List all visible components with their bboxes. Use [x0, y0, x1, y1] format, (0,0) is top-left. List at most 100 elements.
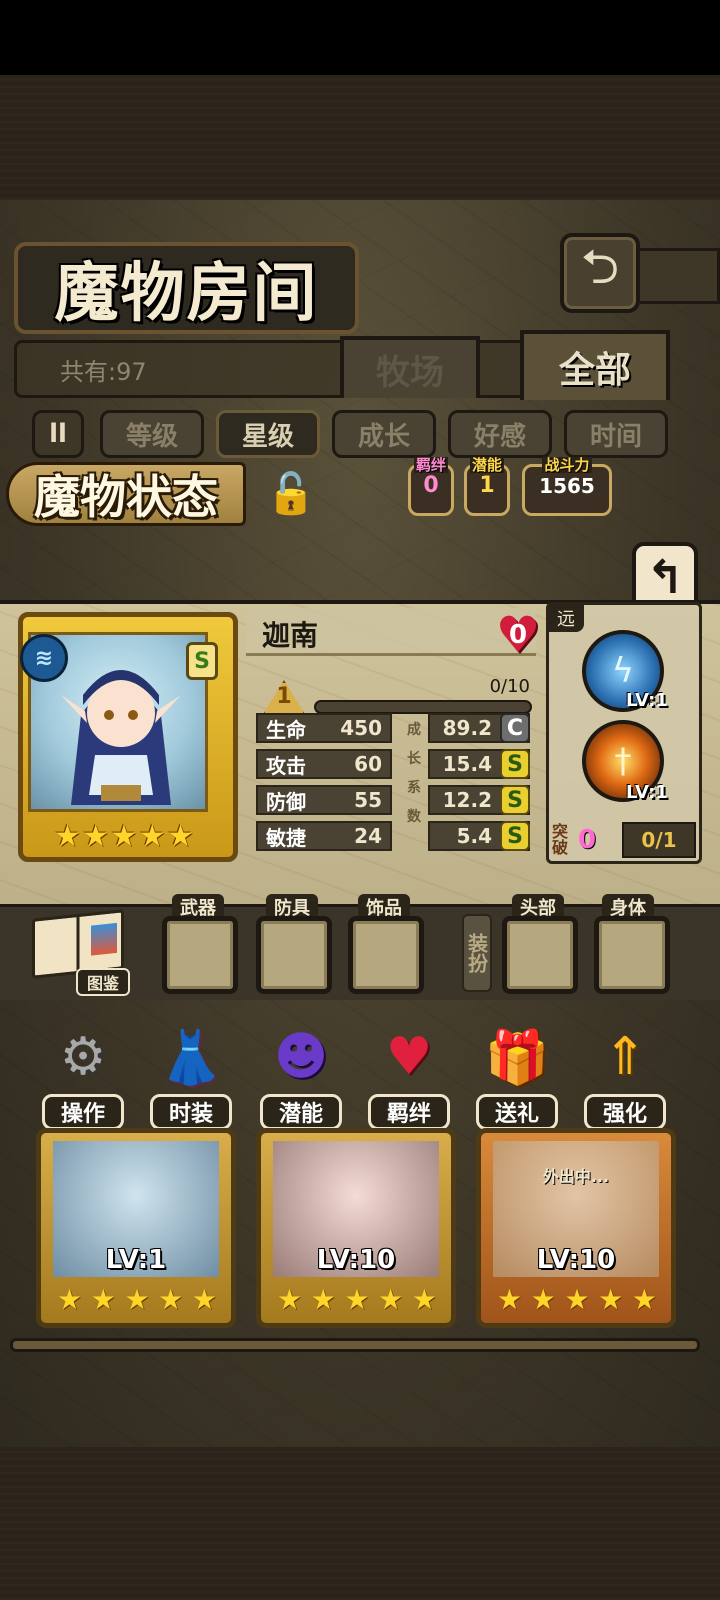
monster-name: 迦南 [262, 619, 319, 652]
combat-power-stat: 战斗力 1565 [522, 457, 612, 516]
operate-button[interactable]: ⚙ 操作 [40, 1022, 126, 1132]
demon-icon: ☻ [273, 1027, 329, 1087]
star-icon: ★ [82, 819, 110, 854]
up-arrows-icon: ⇑ [603, 1027, 647, 1087]
stat-value: 55 [354, 788, 382, 812]
bond-value: 0 [423, 473, 439, 498]
weapon-slot[interactable] [162, 916, 238, 994]
star-icon: ★ [54, 819, 81, 854]
action-label: 潜能 [260, 1094, 342, 1130]
star-icon: ★ [90, 1283, 116, 1316]
potential-label: 潜能 [469, 456, 504, 474]
enhance-button[interactable]: ⇑ 强化 [582, 1022, 668, 1132]
action-label: 强化 [584, 1094, 666, 1130]
star-icon: ★ [411, 1283, 437, 1316]
star-icon: ★ [124, 1283, 150, 1316]
armor-slot[interactable] [256, 916, 332, 994]
combat-power-label: 战斗力 [542, 456, 592, 474]
gift-icon: 🎁 [484, 1027, 550, 1088]
monster-stars: ★ ★ ★ ★ ★ [54, 820, 194, 854]
stat-name: 敏捷 [266, 825, 306, 850]
exp-text: 0/10 [489, 676, 530, 697]
star-icon: ★ [598, 1283, 624, 1316]
stat-value: 60 [354, 752, 382, 776]
skill-level: LV:1 [626, 782, 668, 803]
return-arrow-icon[interactable]: ⮌ [560, 233, 640, 313]
sort-time-button[interactable]: 时间 [564, 410, 668, 458]
action-label: 羁绊 [368, 1094, 450, 1130]
head-slot[interactable] [502, 916, 578, 994]
accessory-slot[interactable] [348, 916, 424, 994]
sort-growth-button[interactable]: 成长 [332, 410, 436, 458]
level-value: 1 [276, 684, 292, 709]
star-icon: ★ [530, 1283, 556, 1316]
monster-card[interactable]: 外出中... LV:10 ★ ★ ★ ★ ★ [476, 1128, 676, 1328]
stat-row-attack: 攻击 60 [256, 749, 392, 779]
book-label[interactable]: 图鉴 [76, 968, 130, 996]
gear-icon: ⚙ [59, 1027, 107, 1087]
stat-name: 生命 [266, 717, 306, 742]
stat-name: 防御 [266, 789, 306, 814]
stat-value: 24 [354, 824, 382, 848]
potential-value: 1 [479, 473, 495, 498]
growth-coefficient-label: 成 长 系 数 [404, 716, 424, 832]
star-icon: ★ [631, 1283, 657, 1316]
star-icon: ★ [110, 819, 138, 854]
fashion-button[interactable]: 👗 时装 [148, 1022, 234, 1132]
pause-sort-icon[interactable]: ll [32, 410, 84, 458]
gift-button[interactable]: 🎁 送礼 [474, 1022, 560, 1132]
grade-badge: S [500, 821, 530, 851]
breakout-progress[interactable]: 0/1 [622, 822, 696, 858]
status-title: 魔物状态 [6, 462, 246, 526]
star-icon: ★ [138, 819, 166, 854]
rank-badge: S [186, 642, 218, 680]
growth-label-char: 数 [407, 809, 421, 825]
action-label: 时装 [150, 1094, 232, 1130]
body-slot[interactable] [594, 916, 670, 994]
card-stars: ★ ★ ★ ★ ★ [497, 1283, 657, 1316]
list-bottom-frame [10, 1338, 700, 1352]
unlocked-padlock-icon[interactable]: 🔓 [262, 462, 320, 524]
breakout-value: 0 [578, 825, 597, 855]
tab-farm[interactable]: 牧场 [340, 336, 480, 398]
star-icon: ★ [167, 819, 194, 854]
star-icon: ★ [497, 1283, 523, 1316]
potential-button[interactable]: ☻ 潜能 [258, 1022, 344, 1132]
bond-stat: 羁绊 0 [408, 457, 454, 516]
grade-badge: S [500, 749, 530, 779]
action-label: 送礼 [476, 1094, 558, 1130]
star-icon: ★ [378, 1283, 404, 1316]
bond-button[interactable]: ♥ 羁绊 [366, 1022, 452, 1132]
hearts-icon: ♥ [385, 1027, 433, 1087]
growth-label-char: 系 [407, 780, 421, 796]
card-level: LV:10 [316, 1245, 396, 1275]
bond-label: 羁绊 [413, 456, 448, 474]
stat-name: 攻击 [266, 753, 306, 778]
star-icon: ★ [344, 1283, 370, 1316]
exp-bar [314, 700, 532, 714]
sort-level-button[interactable]: 等级 [100, 410, 204, 458]
monster-card[interactable]: LV:10 ★ ★ ★ ★ ★ [256, 1128, 456, 1328]
monster-card[interactable]: LV:1 ★ ★ ★ ★ ★ [36, 1128, 236, 1328]
card-stars: ★ ★ ★ ★ ★ [57, 1283, 217, 1316]
sort-star-button[interactable]: 星级 [216, 410, 320, 458]
card-stars: ★ ★ ★ ★ ★ [277, 1283, 437, 1316]
stat-row-defense: 防御 55 [256, 785, 392, 815]
skill-level: LV:1 [626, 690, 668, 711]
grade-badge: S [500, 785, 530, 815]
sort-affection-button[interactable]: 好感 [448, 410, 552, 458]
star-icon: ★ [277, 1283, 303, 1316]
card-status: 外出中... [542, 1167, 610, 1186]
stat-value: 450 [340, 716, 382, 740]
combat-power-value: 1565 [539, 474, 595, 498]
star-icon: ★ [191, 1283, 217, 1316]
growth-label-char: 成 [407, 722, 421, 738]
tab-all[interactable]: 全部 [520, 330, 670, 400]
dress-label: 装扮 [462, 914, 492, 992]
water-element-icon: ≋ [20, 634, 68, 682]
breakout-label: 突破 [552, 822, 569, 857]
potential-stat: 潜能 1 [464, 457, 510, 516]
room-title: 魔物房间 [14, 242, 359, 334]
card-level: LV:1 [105, 1245, 167, 1275]
card-level: LV:10 [536, 1245, 616, 1275]
